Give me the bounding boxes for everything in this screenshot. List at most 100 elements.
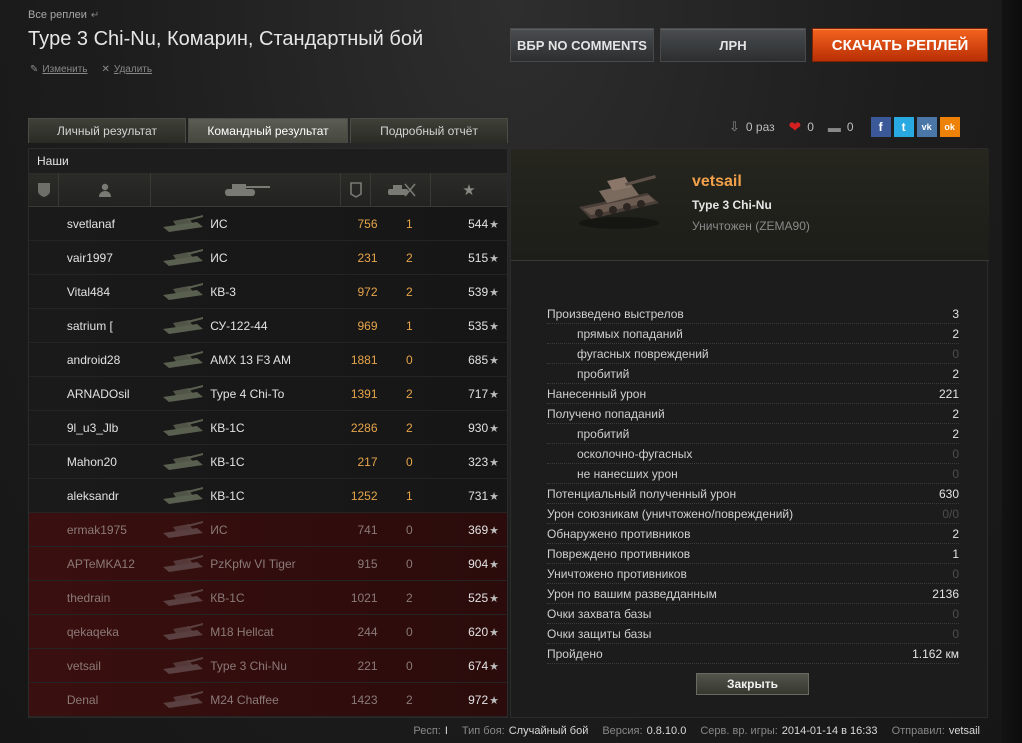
player-name[interactable]: vair1997	[59, 251, 157, 265]
kills-icon[interactable]	[371, 173, 431, 206]
breadcrumb-link[interactable]: Все реплеи	[28, 9, 87, 21]
stat-row: Обнаружено противников 2	[547, 524, 959, 544]
table-row[interactable]: thedrain КВ-1С 1021 2 525★	[29, 581, 507, 615]
edit-link[interactable]: Изменить	[42, 64, 87, 75]
star-icon: ★	[489, 558, 499, 571]
score-value: 620	[468, 624, 489, 639]
tank-name: ИС	[210, 250, 228, 265]
table-row[interactable]: qekaqeka M18 Hellcat 244 0 620★	[29, 615, 507, 649]
stat-row: осколочно-фугасных 0	[547, 444, 959, 464]
player-name[interactable]: Mahon20	[59, 455, 157, 469]
kills-value: 0	[406, 556, 413, 571]
star-icon: ★	[489, 354, 499, 367]
player-name[interactable]: 9l_u3_Jlb	[59, 421, 157, 435]
score-cell: 544★	[439, 217, 507, 231]
table-row[interactable]: Denal M24 Chaffee 1423 2 972★	[29, 683, 507, 717]
kills-value: 2	[406, 386, 413, 401]
tank-name: PzKpfw VI Tiger	[210, 556, 296, 571]
tab-personal[interactable]: Личный результат	[28, 118, 186, 143]
score-cell: 904★	[439, 557, 507, 571]
tab-team[interactable]: Командный результат	[188, 118, 348, 143]
delete-link[interactable]: Удалить	[114, 64, 152, 75]
experience-value: 1881	[350, 352, 378, 367]
score-value: 904	[468, 556, 489, 571]
page-title: Type 3 Chi-Nu, Комарин, Стандартный бой	[28, 28, 424, 50]
tank-thumbnail	[156, 383, 210, 405]
tank-icon[interactable]	[151, 173, 341, 206]
table-row[interactable]: android28 AMX 13 F3 AM 1881 0 685★	[29, 343, 507, 377]
player-name[interactable]: svetlanaf	[59, 217, 157, 231]
score-value: 515	[468, 250, 489, 265]
stat-row: Очки захвата базы 0	[547, 604, 959, 624]
replay-footer: Респ: I Тип боя: Случайный бой Версия: 0.8.…	[413, 725, 980, 737]
table-row[interactable]: Mahon20 КВ-1С 217 0 323★	[29, 445, 507, 479]
table-row[interactable]: ermak1975 ИС 741 0 369★	[29, 513, 507, 547]
star-icon: ★	[489, 490, 499, 503]
kills-value: 0	[406, 658, 413, 673]
delete-action[interactable]: ✕ Удалить	[102, 64, 153, 75]
kills-value: 1	[406, 488, 413, 503]
stat-label: пробитий	[577, 426, 630, 441]
player-name[interactable]: thedrain	[59, 591, 157, 605]
star-icon[interactable]: ★	[431, 173, 507, 206]
table-row[interactable]: vair1997 ИС 231 2 515★	[29, 241, 507, 275]
replay-actions: ✎ Изменить ✕ Удалить	[30, 64, 152, 75]
odnoklassniki-icon[interactable]: ok	[939, 117, 960, 137]
stat-row: Потенциальный полученный урон 630	[547, 484, 959, 504]
player-name[interactable]: aleksandr	[59, 489, 157, 503]
twitter-icon[interactable]: t	[893, 117, 914, 137]
experience-value: 741	[357, 522, 378, 537]
download-replay-button[interactable]: СКАЧАТЬ РЕПЛЕЙ	[812, 28, 988, 62]
player-name[interactable]: android28	[59, 353, 157, 367]
heart-icon[interactable]: ❤	[789, 118, 802, 136]
experience-value: 969	[357, 318, 378, 333]
breadcrumb[interactable]: Все реплеи ↵	[28, 9, 99, 21]
player-name[interactable]: Vital484	[59, 285, 157, 299]
table-row[interactable]: 9l_u3_Jlb КВ-1С 2286 2 930★	[29, 411, 507, 445]
player-name[interactable]: Denal	[59, 693, 157, 707]
table-row[interactable]: vetsail Type 3 Chi-Nu 221 0 674★	[29, 649, 507, 683]
comment-icon[interactable]: ▬	[828, 120, 841, 135]
like-count: 0	[807, 120, 814, 134]
tank-thumbnail	[156, 485, 210, 507]
stat-value: 221	[938, 386, 959, 401]
score-value: 930	[468, 420, 489, 435]
table-row[interactable]: satrium [СУ-122-44 969 1 535★	[29, 309, 507, 343]
stat-row: Повреждено противников 1	[547, 544, 959, 564]
stat-value: 0	[952, 566, 959, 581]
player-name[interactable]: vetsail	[59, 659, 157, 673]
score-cell: 323★	[439, 455, 507, 469]
player-name[interactable]: ermak1975	[59, 523, 157, 537]
table-row[interactable]: svetlanaf ИС 756 1 544★	[29, 207, 507, 241]
tab-detailed[interactable]: Подробный отчёт	[350, 118, 508, 143]
kills-value: 1	[406, 216, 413, 231]
lrn-button[interactable]: ЛРН	[660, 28, 806, 62]
table-row[interactable]: APTeMKA12 PzKpfw VI Tiger 915 0 904★	[29, 547, 507, 581]
stat-label: Урон по вашим разведданным	[547, 586, 717, 601]
star-icon: ★	[489, 524, 499, 537]
experience-value: 244	[357, 624, 378, 639]
footer-sender[interactable]: vetsail	[949, 725, 980, 737]
shield-icon[interactable]	[29, 173, 59, 206]
facebook-icon[interactable]: f	[870, 117, 891, 137]
player-name[interactable]: ARNADOsil	[59, 387, 157, 401]
footer-resp: I	[444, 725, 448, 737]
score-value: 674	[468, 658, 489, 673]
tank-image	[579, 175, 659, 229]
player-name[interactable]: APTeMKA12	[59, 557, 157, 571]
xp-icon[interactable]	[341, 173, 371, 206]
score-cell: 930★	[439, 421, 507, 435]
table-row[interactable]: aleksandr КВ-1С 1252 1 731★	[29, 479, 507, 513]
close-button[interactable]: Закрыть	[696, 673, 809, 695]
table-row[interactable]: Vital484 КВ-3 972 2 539★	[29, 275, 507, 309]
player-name[interactable]: qekaqeka	[59, 625, 157, 639]
stat-row: Получено попаданий 2	[547, 404, 959, 424]
stat-label: Получено попаданий	[547, 406, 665, 421]
player-name[interactable]: satrium [	[59, 319, 157, 333]
stat-row: Очки защиты базы 0	[547, 624, 959, 644]
table-row[interactable]: ARNADOsil Type 4 Chi-To 1391 2 717★	[29, 377, 507, 411]
player-icon[interactable]	[59, 173, 151, 206]
vbr-button[interactable]: ВБР NO COMMENTS	[510, 28, 654, 62]
edit-action[interactable]: ✎ Изменить	[30, 64, 88, 75]
vk-icon[interactable]: vk	[916, 117, 937, 137]
